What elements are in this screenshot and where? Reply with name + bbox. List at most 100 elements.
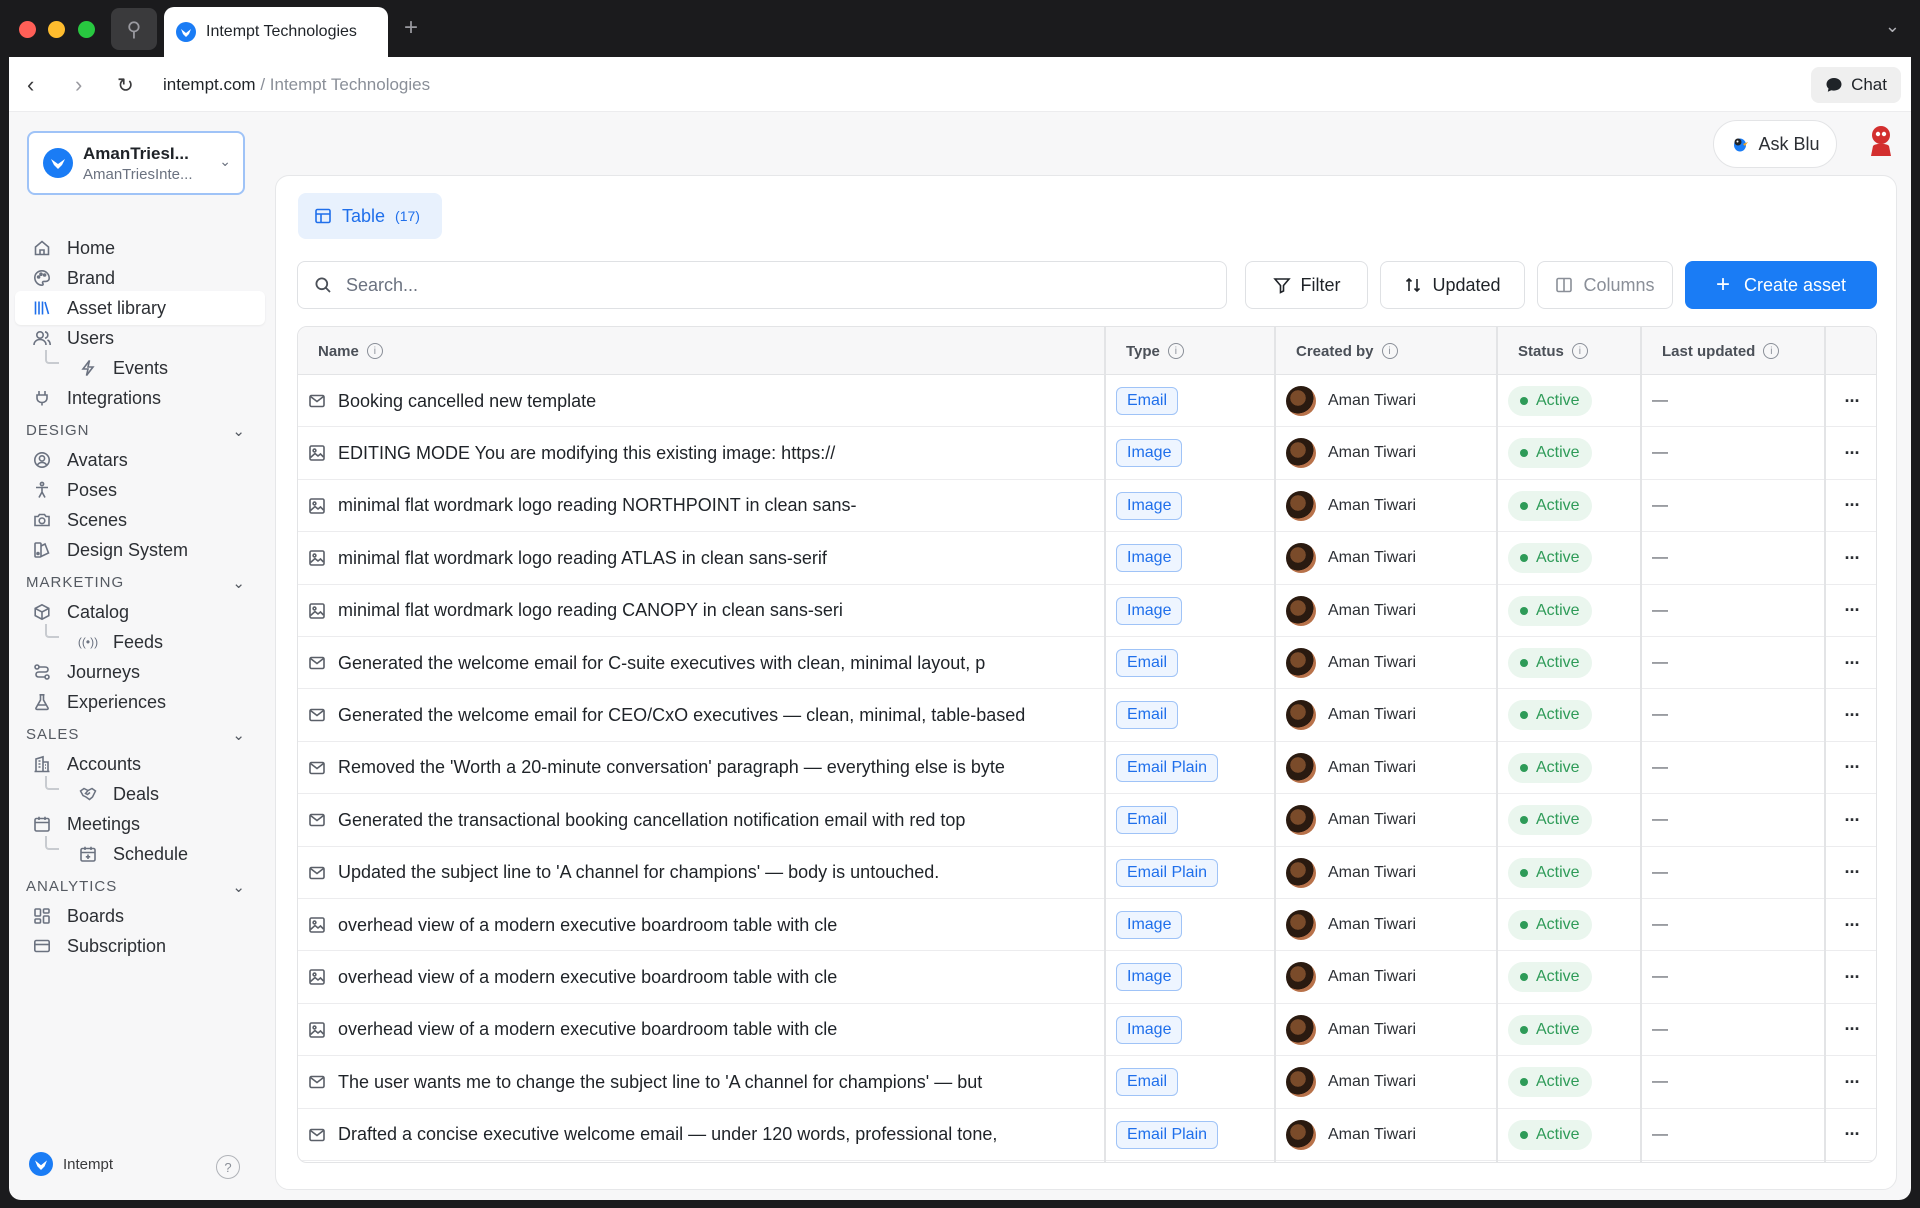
table-view-tab[interactable]: Table (17) bbox=[298, 193, 442, 239]
ask-blu-button[interactable]: Ask Blu bbox=[1713, 120, 1837, 168]
section-design[interactable]: DESIGN ⌄ bbox=[26, 422, 256, 440]
section-sales[interactable]: SALES ⌄ bbox=[26, 726, 256, 744]
sidebar-item-avatars[interactable]: Avatars bbox=[15, 443, 265, 477]
sidebar-item-subscription[interactable]: Subscription bbox=[15, 929, 265, 963]
sidebar-item-schedule[interactable]: Schedule bbox=[15, 837, 265, 871]
pin-tab-icon[interactable]: ⚲ bbox=[111, 8, 157, 50]
last-updated-cell: — bbox=[1652, 444, 1668, 462]
search-box[interactable] bbox=[297, 261, 1227, 309]
column-header-status[interactable]: Status i bbox=[1498, 327, 1588, 375]
creator-name: Aman Tiwari bbox=[1328, 601, 1417, 619]
section-marketing[interactable]: MARKETING ⌄ bbox=[26, 574, 256, 592]
browser-tab[interactable]: Intempt Technologies bbox=[164, 7, 388, 57]
asset-name-cell[interactable]: Generated the welcome email for C-suite … bbox=[298, 637, 1103, 689]
sidebar-item-events[interactable]: Events bbox=[15, 351, 265, 385]
chat-button[interactable]: Chat bbox=[1811, 67, 1901, 103]
sidebar-item-design-system[interactable]: Design System bbox=[15, 533, 265, 567]
asset-name-cell[interactable]: overhead view of a modern executive boar… bbox=[298, 899, 1103, 951]
asset-name-cell[interactable]: Removed the 'Worth a 20-minute conversat… bbox=[298, 742, 1103, 794]
address-field[interactable]: intempt.com / Intempt Technologies bbox=[163, 75, 430, 95]
reload-icon[interactable]: ↻ bbox=[117, 73, 134, 98]
type-badge: Email Plain bbox=[1116, 858, 1219, 887]
more-options-icon[interactable]: ··· bbox=[1826, 794, 1876, 846]
sidebar-item-scenes[interactable]: Scenes bbox=[15, 503, 265, 537]
close-window-button[interactable] bbox=[19, 21, 36, 38]
column-header-last-updated[interactable]: Last updated i bbox=[1642, 327, 1780, 375]
asset-name-cell[interactable]: The user wants me to change the subject … bbox=[298, 1056, 1103, 1108]
sidebar-item-brand[interactable]: Brand bbox=[15, 261, 265, 295]
info-icon[interactable]: i bbox=[1763, 343, 1780, 359]
users-icon bbox=[31, 327, 53, 349]
sidebar-item-journeys[interactable]: Journeys bbox=[15, 655, 265, 689]
card-icon bbox=[31, 935, 53, 957]
asset-name-cell[interactable]: overhead view of a modern executive boar… bbox=[298, 1004, 1103, 1056]
create-asset-button[interactable]: + Create asset bbox=[1685, 261, 1877, 309]
asset-name-cell[interactable]: minimal flat wordmark logo reading NORTH… bbox=[298, 480, 1103, 532]
column-header-type[interactable]: Type i bbox=[1106, 327, 1184, 375]
status-cell: Active bbox=[1498, 1004, 1638, 1056]
sidebar-item-deals[interactable]: Deals bbox=[15, 777, 265, 811]
status-dot-icon bbox=[1520, 816, 1528, 825]
more-options-icon[interactable]: ··· bbox=[1826, 1056, 1876, 1108]
column-header-name[interactable]: Name i bbox=[298, 327, 383, 375]
more-options-icon[interactable]: ··· bbox=[1826, 532, 1876, 584]
new-tab-button[interactable]: + bbox=[404, 14, 418, 42]
more-options-icon[interactable]: ··· bbox=[1826, 1004, 1876, 1056]
forward-icon[interactable]: › bbox=[75, 72, 82, 98]
help-button[interactable]: ? bbox=[216, 1155, 240, 1179]
info-icon[interactable]: i bbox=[1381, 343, 1398, 359]
workspace-name: AmanTriesI... bbox=[83, 143, 189, 163]
asset-name-cell[interactable]: Drafted a concise executive welcome emai… bbox=[298, 1109, 1103, 1161]
tab-title: Intempt Technologies bbox=[206, 23, 357, 40]
info-icon[interactable]: i bbox=[1167, 343, 1184, 359]
asset-name-cell[interactable]: minimal flat wordmark logo reading CANOP… bbox=[298, 585, 1103, 637]
more-options-icon[interactable]: ··· bbox=[1826, 951, 1876, 1003]
asset-name-cell[interactable]: Generated the welcome email for CEO/CxO … bbox=[298, 689, 1103, 741]
columns-button[interactable]: Columns bbox=[1537, 261, 1673, 309]
filter-button[interactable]: Filter bbox=[1245, 261, 1368, 309]
more-options-icon[interactable]: ··· bbox=[1826, 899, 1876, 951]
more-options-icon[interactable]: ··· bbox=[1826, 427, 1876, 479]
asset-name-cell[interactable]: Updated the subject line to 'A channel f… bbox=[298, 847, 1103, 899]
info-icon[interactable]: i bbox=[1571, 343, 1588, 359]
tab-list-chevron-icon[interactable]: ⌄ bbox=[1885, 16, 1900, 37]
status-dot-icon bbox=[1520, 501, 1528, 510]
workspace-switcher[interactable]: AmanTriesI... AmanTriesInte... ⌄ bbox=[27, 131, 245, 195]
more-options-icon[interactable]: ··· bbox=[1826, 847, 1876, 899]
sidebar-item-feeds[interactable]: ((•)) Feeds bbox=[15, 625, 265, 659]
more-options-icon[interactable]: ··· bbox=[1826, 375, 1876, 427]
sidebar-item-poses[interactable]: Poses bbox=[15, 473, 265, 507]
sidebar-item-integrations[interactable]: Integrations bbox=[15, 381, 265, 415]
more-options-icon[interactable]: ··· bbox=[1826, 742, 1876, 794]
asset-name-cell[interactable]: EDITING MODE You are modifying this exis… bbox=[298, 427, 1103, 479]
more-options-icon[interactable]: ··· bbox=[1826, 637, 1876, 689]
status-cell: Active bbox=[1498, 1109, 1638, 1161]
more-options-icon[interactable]: ··· bbox=[1826, 1109, 1876, 1161]
create-asset-label: Create asset bbox=[1743, 274, 1847, 295]
maximize-window-button[interactable] bbox=[78, 21, 95, 38]
info-icon[interactable]: i bbox=[366, 343, 383, 359]
asset-name-cell[interactable]: minimal flat wordmark logo reading ATLAS… bbox=[298, 532, 1103, 584]
column-header-created-by[interactable]: Created by i bbox=[1276, 327, 1398, 375]
sidebar-item-home[interactable]: Home bbox=[15, 231, 265, 265]
sidebar-item-boards[interactable]: Boards bbox=[15, 899, 265, 933]
status-label: Active bbox=[1536, 1125, 1580, 1143]
status-label: Active bbox=[1536, 811, 1580, 829]
more-options-icon[interactable]: ··· bbox=[1826, 480, 1876, 532]
more-options-icon[interactable]: ··· bbox=[1826, 689, 1876, 741]
asset-name-cell[interactable]: Generated the transactional booking canc… bbox=[298, 794, 1103, 846]
minimize-window-button[interactable] bbox=[48, 21, 65, 38]
sidebar-item-experiences[interactable]: Experiences bbox=[15, 685, 265, 719]
intempt-footer-link[interactable]: Intempt bbox=[29, 1152, 113, 1176]
status-dot-icon bbox=[1520, 449, 1528, 458]
more-options-icon[interactable]: ··· bbox=[1826, 585, 1876, 637]
sidebar-item-asset-library[interactable]: Asset library bbox=[15, 291, 265, 325]
search-input[interactable] bbox=[346, 274, 1146, 296]
asset-name-cell[interactable]: Booking cancelled new template bbox=[298, 375, 1103, 427]
calendar-add-icon bbox=[77, 843, 99, 865]
sort-updated-button[interactable]: Updated bbox=[1380, 261, 1525, 309]
asset-name-cell[interactable]: overhead view of a modern executive boar… bbox=[298, 951, 1103, 1003]
user-avatar[interactable] bbox=[1867, 124, 1897, 160]
section-analytics[interactable]: ANALYTICS ⌄ bbox=[26, 878, 256, 896]
back-icon[interactable]: ‹ bbox=[27, 72, 34, 98]
